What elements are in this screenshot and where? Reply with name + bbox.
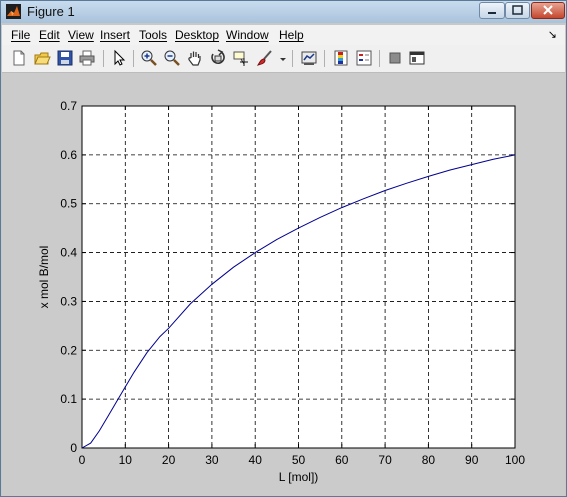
link-plot-icon[interactable]	[300, 49, 318, 67]
x-tick-label: 70	[378, 453, 392, 467]
toolbar-separator	[324, 50, 325, 67]
pan-hand-icon[interactable]	[186, 49, 204, 67]
x-tick-label: 50	[292, 453, 306, 467]
new-figure-icon[interactable]	[10, 49, 28, 67]
x-tick-label: 20	[162, 453, 176, 467]
y-tick-label: 0.5	[60, 197, 77, 211]
menu-file[interactable]: File	[11, 28, 30, 42]
figure-toolbar	[2, 45, 565, 73]
print-icon[interactable]	[78, 49, 96, 67]
show-plot-tools-icon[interactable]	[408, 49, 426, 67]
y-tick-label: 0.4	[60, 246, 77, 260]
y-tick-label: 0.1	[60, 392, 77, 406]
close-button[interactable]	[531, 2, 565, 19]
x-tick-label: 0	[79, 453, 86, 467]
menu-edit[interactable]: Edit	[39, 28, 60, 42]
maximize-icon	[512, 5, 523, 15]
menu-desktop[interactable]: Desktop	[175, 28, 219, 42]
rotate-3d-icon[interactable]	[209, 49, 227, 67]
brush-icon[interactable]	[256, 49, 274, 67]
x-tick-label: 40	[249, 453, 263, 467]
x-tick-label: 80	[422, 453, 436, 467]
insert-colorbar-icon[interactable]	[332, 49, 350, 67]
open-file-icon[interactable]	[33, 49, 51, 67]
menu-view[interactable]: View	[68, 28, 94, 42]
menu-help[interactable]: Help	[279, 28, 304, 42]
dock-arrow-icon[interactable]: ↘	[548, 28, 557, 41]
menu-window[interactable]: Window	[226, 28, 269, 42]
y-tick-label: 0	[70, 441, 77, 455]
y-tick-label: 0.7	[60, 99, 77, 113]
toolbar-separator	[133, 50, 134, 67]
y-tick-label: 0.2	[60, 343, 77, 357]
minimize-icon	[488, 12, 496, 14]
minimize-button[interactable]	[479, 2, 505, 19]
zoom-in-icon[interactable]	[140, 49, 158, 67]
data-cursor-icon[interactable]	[232, 49, 250, 67]
toolbar-separator	[379, 50, 380, 67]
figure-canvas[interactable]: 0 10 20 30 40 50 60 70 80 90 100 0 0.1 0.2 0.3 0.4 0.5 0.…	[2, 73, 565, 496]
maximize-button[interactable]	[505, 2, 530, 19]
menu-tools[interactable]: Tools	[139, 28, 167, 42]
toolbar-separator	[103, 50, 104, 67]
menu-insert[interactable]: Insert	[100, 28, 130, 42]
x-tick-label: 60	[335, 453, 349, 467]
title-bar[interactable]: Figure 1	[1, 1, 566, 23]
brush-dropdown-icon[interactable]	[274, 49, 286, 67]
close-icon	[543, 5, 553, 15]
hide-plot-tools-icon[interactable]	[386, 49, 404, 67]
x-tick-label: 90	[465, 453, 479, 467]
x-tick-label: 30	[205, 453, 219, 467]
line-chart[interactable]: 0 10 20 30 40 50 60 70 80 90 100 0 0.1 0.2 0.3 0.4 0.5 0.…	[2, 73, 565, 496]
menu-bar: File Edit View Insert Tools Desktop Wind…	[2, 25, 565, 45]
matlab-logo-icon	[6, 4, 21, 19]
y-tick-label: 0.3	[60, 294, 77, 308]
y-tick-label: 0.6	[60, 148, 77, 162]
edit-plot-arrow-icon[interactable]	[110, 49, 128, 67]
save-icon[interactable]	[56, 49, 74, 67]
x-axis-label: L [mol])	[279, 470, 319, 484]
window-title: Figure 1	[27, 4, 75, 19]
figure-window: Figure 1 File Edit View Insert Tools Des…	[0, 0, 567, 497]
zoom-out-icon[interactable]	[163, 49, 181, 67]
x-tick-label: 10	[119, 453, 133, 467]
x-tick-label: 100	[505, 453, 525, 467]
insert-legend-icon[interactable]	[355, 49, 373, 67]
toolbar-separator	[292, 50, 293, 67]
y-axis-label: x mol B/mol	[37, 246, 51, 309]
